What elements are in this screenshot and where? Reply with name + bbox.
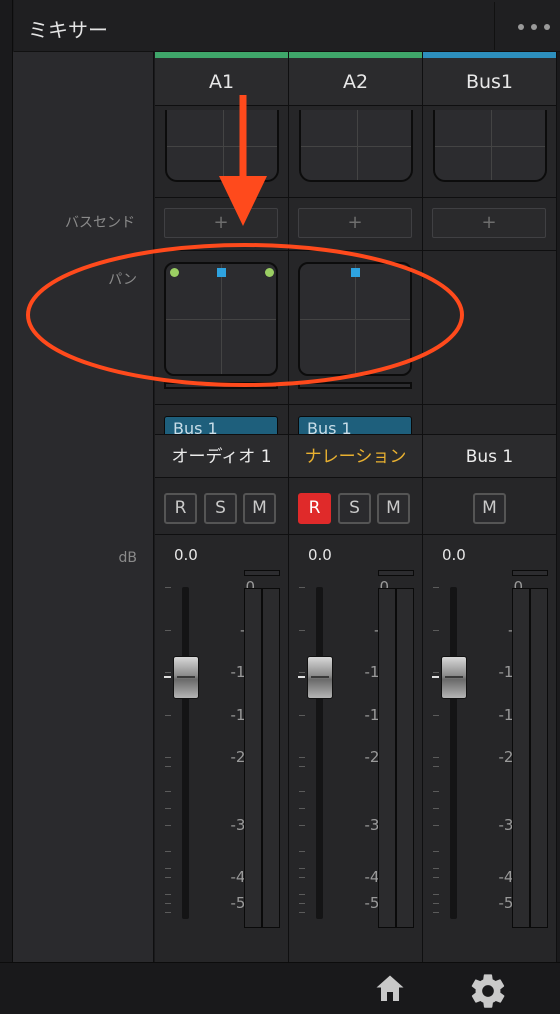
channel-header[interactable]: Bus1 — [423, 58, 556, 106]
mute-button[interactable]: M — [473, 493, 506, 524]
peak-indicator — [378, 570, 414, 576]
fader-track[interactable] — [316, 587, 323, 919]
level-meter-right — [262, 588, 280, 928]
channel-header[interactable]: A1 — [155, 58, 288, 106]
pan-width-bar[interactable] — [298, 382, 412, 389]
volume-fader-knob[interactable] — [307, 656, 333, 699]
solo-button[interactable]: S — [338, 493, 371, 524]
track-name[interactable]: オーディオ 1 — [155, 434, 288, 478]
bus-send-add-button[interactable]: + — [164, 208, 278, 238]
track-name[interactable]: Bus 1 — [423, 434, 556, 478]
pan-position-marker[interactable] — [217, 268, 226, 277]
peak-indicator — [244, 570, 280, 576]
level-meter-right — [530, 588, 548, 928]
level-meter-left — [378, 588, 396, 928]
bus-send-add-button[interactable]: + — [432, 208, 546, 238]
bus-send-add-button[interactable]: + — [298, 208, 412, 238]
volume-db-readout: 0.0 — [442, 546, 466, 564]
pan-width-bar[interactable] — [164, 382, 278, 389]
volume-fader-knob[interactable] — [173, 656, 199, 699]
mixer-header: ミキサー — [14, 0, 560, 52]
bottom-toolbar — [0, 962, 560, 1014]
row-label-column: バスセンド パン dB — [13, 52, 154, 962]
peak-indicator — [512, 570, 548, 576]
bus-send-label: バスセンド — [65, 215, 135, 231]
channel-strip-0: A1+ Bus 1オーディオ 1RSM0.00-5-10-15-20-30-40… — [155, 52, 289, 962]
pan-position-marker[interactable] — [351, 268, 360, 277]
more-options-button[interactable] — [494, 2, 560, 50]
channel-strip-1: A2+ Bus 1ナレーションRSM0.00-5-10-15-20-30-40-… — [289, 52, 423, 962]
channel-fx-box[interactable] — [433, 110, 547, 182]
channel-header[interactable]: A2 — [289, 58, 422, 106]
level-meter-left — [244, 588, 262, 928]
gear-icon[interactable] — [468, 971, 508, 1011]
level-meter-left — [512, 588, 530, 928]
mute-button[interactable]: M — [377, 493, 410, 524]
level-meter-right — [396, 588, 414, 928]
fader-track[interactable] — [182, 587, 189, 919]
pan-control[interactable] — [164, 262, 278, 376]
panel-title: ミキサー — [28, 18, 108, 42]
unity-marker — [298, 676, 305, 678]
track-buttons: RSM — [289, 479, 422, 535]
volume-db-readout: 0.0 — [174, 546, 198, 564]
home-icon[interactable] — [372, 971, 408, 1007]
fader-track[interactable] — [450, 587, 457, 919]
channel-fx-box[interactable] — [299, 110, 413, 182]
track-name[interactable]: ナレーション — [289, 434, 422, 478]
db-label: dB — [118, 550, 138, 566]
more-dots-icon — [518, 24, 524, 30]
unity-marker — [164, 676, 171, 678]
pan-right-dot — [265, 268, 274, 277]
channel-strip-2: Bus1+Bus 1M0.00-5-10-15-20-30-40-50 — [423, 52, 557, 962]
channel-fx-box[interactable] — [165, 110, 279, 182]
solo-button[interactable]: S — [204, 493, 237, 524]
unity-marker — [432, 676, 439, 678]
left-edge-strip — [0, 0, 13, 962]
pan-control[interactable] — [298, 262, 412, 376]
track-buttons: M — [423, 479, 556, 535]
volume-fader-knob[interactable] — [441, 656, 467, 699]
pan-left-dot — [170, 268, 179, 277]
pan-label: パン — [108, 272, 137, 288]
record-arm-button[interactable]: R — [164, 493, 197, 524]
volume-db-readout: 0.0 — [308, 546, 332, 564]
track-buttons: RSM — [155, 479, 288, 535]
record-arm-button[interactable]: R — [298, 493, 331, 524]
mute-button[interactable]: M — [243, 493, 276, 524]
